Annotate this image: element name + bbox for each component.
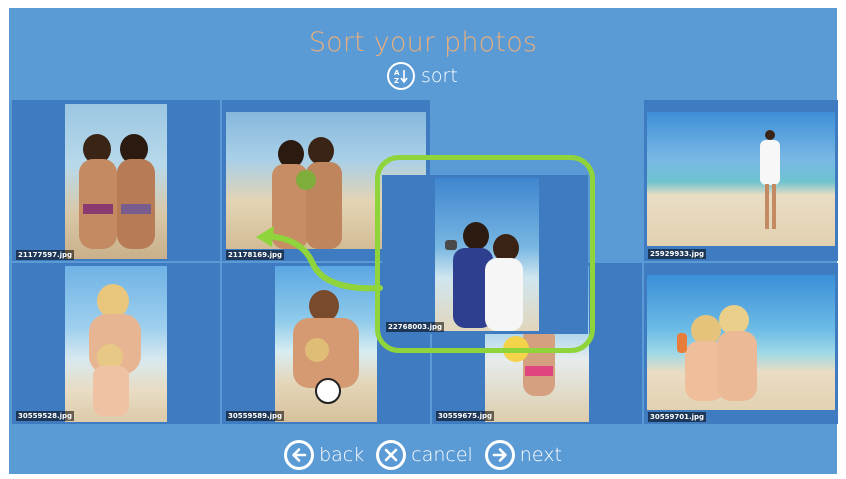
back-label: back <box>319 444 365 466</box>
photo-thumbnail <box>647 112 835 246</box>
photo-filename: 22768003.jpg <box>386 322 445 332</box>
photo-filename: 21177597.jpg <box>16 250 75 260</box>
photo-filename: 30559589.jpg <box>226 411 285 421</box>
svg-text:Z: Z <box>394 77 399 84</box>
photo-filename: 30559701.jpg <box>648 412 707 422</box>
photo-tile[interactable]: 30559528.jpg <box>12 263 220 424</box>
next-label: next <box>519 444 562 466</box>
sort-button[interactable]: A Z sort <box>387 61 458 91</box>
photo-thumbnail <box>65 266 167 422</box>
page-title: Sort your photos <box>308 27 538 58</box>
next-button[interactable]: next <box>484 440 562 470</box>
close-icon <box>376 440 407 470</box>
sort-az-icon: A Z <box>387 62 415 90</box>
photo-tile[interactable]: 30559701.jpg <box>644 263 838 424</box>
photo-tile[interactable]: 21177597.jpg <box>12 100 220 261</box>
photo-thumbnail <box>647 275 835 410</box>
photo-filename: 25929933.jpg <box>648 249 707 259</box>
sort-label: sort <box>421 65 458 87</box>
bottom-nav-bar: back cancel next <box>9 436 837 474</box>
photo-tile[interactable]: 25929933.jpg <box>644 100 838 261</box>
arrow-left-icon <box>284 440 315 470</box>
dragged-photo-tile[interactable]: 22768003.jpg <box>382 175 588 334</box>
photo-thumbnail <box>435 178 539 331</box>
photo-filename: 30559675.jpg <box>436 411 495 421</box>
cancel-label: cancel <box>411 444 473 466</box>
svg-text:A: A <box>394 69 400 77</box>
photo-filename: 21178169.jpg <box>226 250 285 260</box>
cancel-button[interactable]: cancel <box>376 440 473 470</box>
photo-thumbnail <box>275 266 377 422</box>
photo-filename: 30559528.jpg <box>16 411 75 421</box>
photo-thumbnail <box>65 104 167 259</box>
arrow-right-icon <box>484 440 515 470</box>
back-button[interactable]: back <box>284 440 364 470</box>
